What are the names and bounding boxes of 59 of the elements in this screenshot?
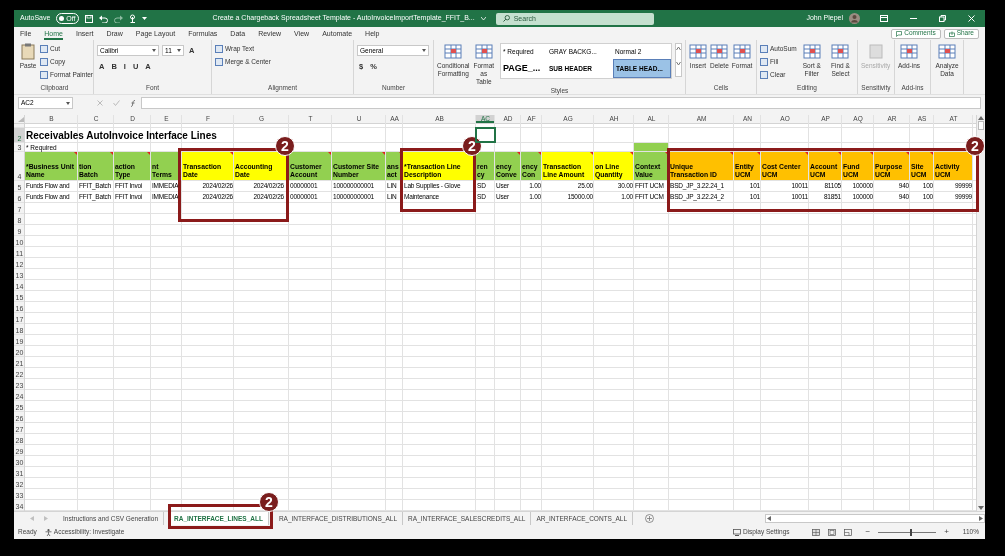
normal-view-icon[interactable] (811, 528, 820, 536)
up-arrow-icon (978, 116, 984, 120)
zoom-out-button[interactable]: − (865, 528, 871, 536)
zoom-thumb[interactable] (910, 528, 913, 536)
horizontal-scrollbar[interactable] (765, 514, 985, 523)
caret-icon (66, 101, 70, 105)
right-arrow-icon (979, 516, 983, 521)
undo-icon[interactable] (98, 14, 108, 23)
monitor-icon (732, 528, 741, 536)
square-icon (40, 57, 48, 66)
scroll-arrows-icon (675, 43, 682, 77)
minimize-icon[interactable] (910, 15, 917, 22)
add-sheet-icon[interactable] (645, 514, 655, 523)
save-icon[interactable] (84, 14, 93, 23)
zoom-in-button[interactable]: + (944, 528, 949, 536)
scroll-thumb[interactable] (978, 121, 984, 130)
search-icon (502, 15, 510, 22)
clipboard-icon (19, 43, 37, 60)
share-icon (948, 30, 955, 37)
page-layout-icon[interactable] (827, 528, 836, 536)
comment-icon (896, 30, 903, 37)
grid-icon (866, 43, 885, 60)
square-icon (760, 70, 768, 79)
close-icon[interactable] (968, 15, 975, 22)
grid-icon (689, 43, 707, 60)
grid-icon (831, 43, 850, 60)
person-icon (44, 528, 52, 536)
grid-icon (802, 43, 821, 60)
grid-icon (474, 43, 493, 60)
down-arrow-icon (978, 506, 984, 510)
toggle-knob-icon (59, 16, 65, 21)
square-icon (40, 44, 48, 53)
avatar-icon (849, 13, 860, 24)
grid-icon (733, 43, 752, 60)
callout-badge: 2 (275, 136, 295, 156)
caret-icon (422, 49, 426, 52)
callout-badge: 2 (259, 492, 279, 512)
square-icon (760, 57, 768, 66)
caret-icon[interactable] (480, 17, 486, 20)
redo-icon[interactable] (113, 14, 123, 23)
square-icon (215, 44, 223, 53)
page-break-icon[interactable] (843, 528, 852, 536)
left-arrow-icon (767, 516, 771, 521)
restore-icon[interactable] (939, 15, 946, 22)
ribbon-display-icon[interactable] (880, 15, 888, 22)
square-icon (760, 44, 768, 53)
square-icon (215, 57, 223, 66)
sheet-title: Receivables AutoInvoice Interface Lines (26, 131, 217, 142)
grid-icon (938, 43, 956, 60)
formula-field[interactable] (141, 97, 981, 109)
caret-icon (152, 49, 156, 52)
touch-icon[interactable] (128, 14, 136, 23)
square-icon (40, 70, 48, 79)
grid-icon (900, 43, 918, 60)
caret-icon[interactable] (141, 17, 147, 20)
grid-icon (444, 43, 463, 60)
caret-icon (177, 49, 181, 52)
grid-icon (710, 43, 729, 60)
function-icon[interactable] (130, 100, 137, 107)
